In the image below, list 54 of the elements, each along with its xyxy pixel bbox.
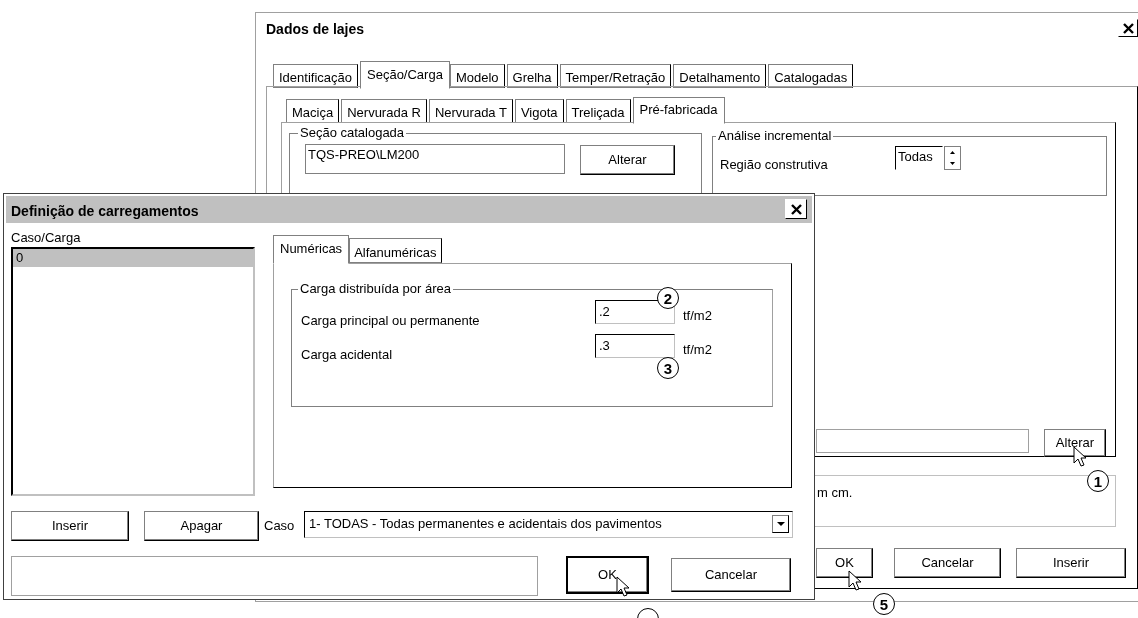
button[interactable]: OK <box>566 556 649 594</box>
spin-field[interactable]: Todas <box>895 146 943 170</box>
field-label: Carga acidental <box>301 346 393 364</box>
window-title: Definição de carregamentos <box>11 202 199 221</box>
field-label: Caso/Carga <box>11 229 81 247</box>
button[interactable]: Inserir <box>11 511 129 541</box>
group-label: Seção catalogada <box>298 125 407 141</box>
tab[interactable]: Temper/Retração <box>559 64 672 88</box>
close-button[interactable] <box>785 199 807 219</box>
unit-label: tf/m2 <box>683 307 712 325</box>
text-field[interactable]: TQS-PREO\LM200 <box>305 144 565 174</box>
spin-button[interactable] <box>944 146 961 170</box>
button[interactable]: Apagar <box>144 511 259 541</box>
field-label: Região construtiva <box>720 156 828 174</box>
button[interactable]: Alterar <box>1044 429 1106 457</box>
close-icon <box>1122 22 1134 34</box>
tab[interactable]: Seção/Carga <box>360 61 450 89</box>
caret-icon <box>772 515 789 533</box>
tab[interactable]: Catalogadas <box>768 64 854 88</box>
group-label: Carga distribuída por área <box>298 281 454 297</box>
tab[interactable]: Identificação <box>273 64 358 88</box>
button[interactable]: OK <box>816 548 873 578</box>
button[interactable]: Alterar <box>580 145 675 175</box>
text-field[interactable] <box>816 429 1029 453</box>
tab[interactable]: Nervurada T <box>428 99 513 123</box>
button[interactable]: Cancelar <box>671 558 791 592</box>
unit-label: tf/m2 <box>683 341 712 359</box>
input-field[interactable]: .3 <box>595 334 675 358</box>
list-box[interactable]: 0 <box>11 247 255 496</box>
text-field[interactable] <box>11 556 538 596</box>
close-button[interactable] <box>1118 19 1138 37</box>
tab[interactable]: Treliçada <box>565 99 631 123</box>
annotation-marker: 5 <box>873 593 895 615</box>
dropdown[interactable]: 1- TODAS - Todas permanentes e acidentais dos pavimentos <box>304 511 793 538</box>
tab[interactable]: Grelha <box>506 64 558 88</box>
tab[interactable]: Alfanuméricas <box>349 238 442 263</box>
down-arrow-icon[interactable] <box>950 162 955 165</box>
mouse-pointer-icon <box>1073 446 1089 468</box>
button[interactable]: Inserir <box>1016 548 1126 578</box>
list-item[interactable]: 0 <box>13 249 253 267</box>
tab[interactable]: Vigota <box>514 99 564 123</box>
button[interactable]: Cancelar <box>894 548 1001 578</box>
tab[interactable]: Pré-fabricada <box>632 97 725 124</box>
tab[interactable]: Nervurada R <box>341 99 427 123</box>
tab[interactable]: Maciça <box>286 99 340 123</box>
tab[interactable]: Numéricas <box>273 235 350 264</box>
field-label: Carga principal ou permanente <box>301 312 480 330</box>
field-label: Caso <box>264 517 295 535</box>
up-arrow-icon[interactable] <box>950 151 955 154</box>
note-text: m cm. <box>817 484 853 502</box>
close-icon <box>790 203 802 215</box>
mouse-pointer-icon <box>848 570 864 592</box>
window-title: Dados de lajes <box>266 20 365 39</box>
tab[interactable]: Detalhamento <box>673 64 767 88</box>
